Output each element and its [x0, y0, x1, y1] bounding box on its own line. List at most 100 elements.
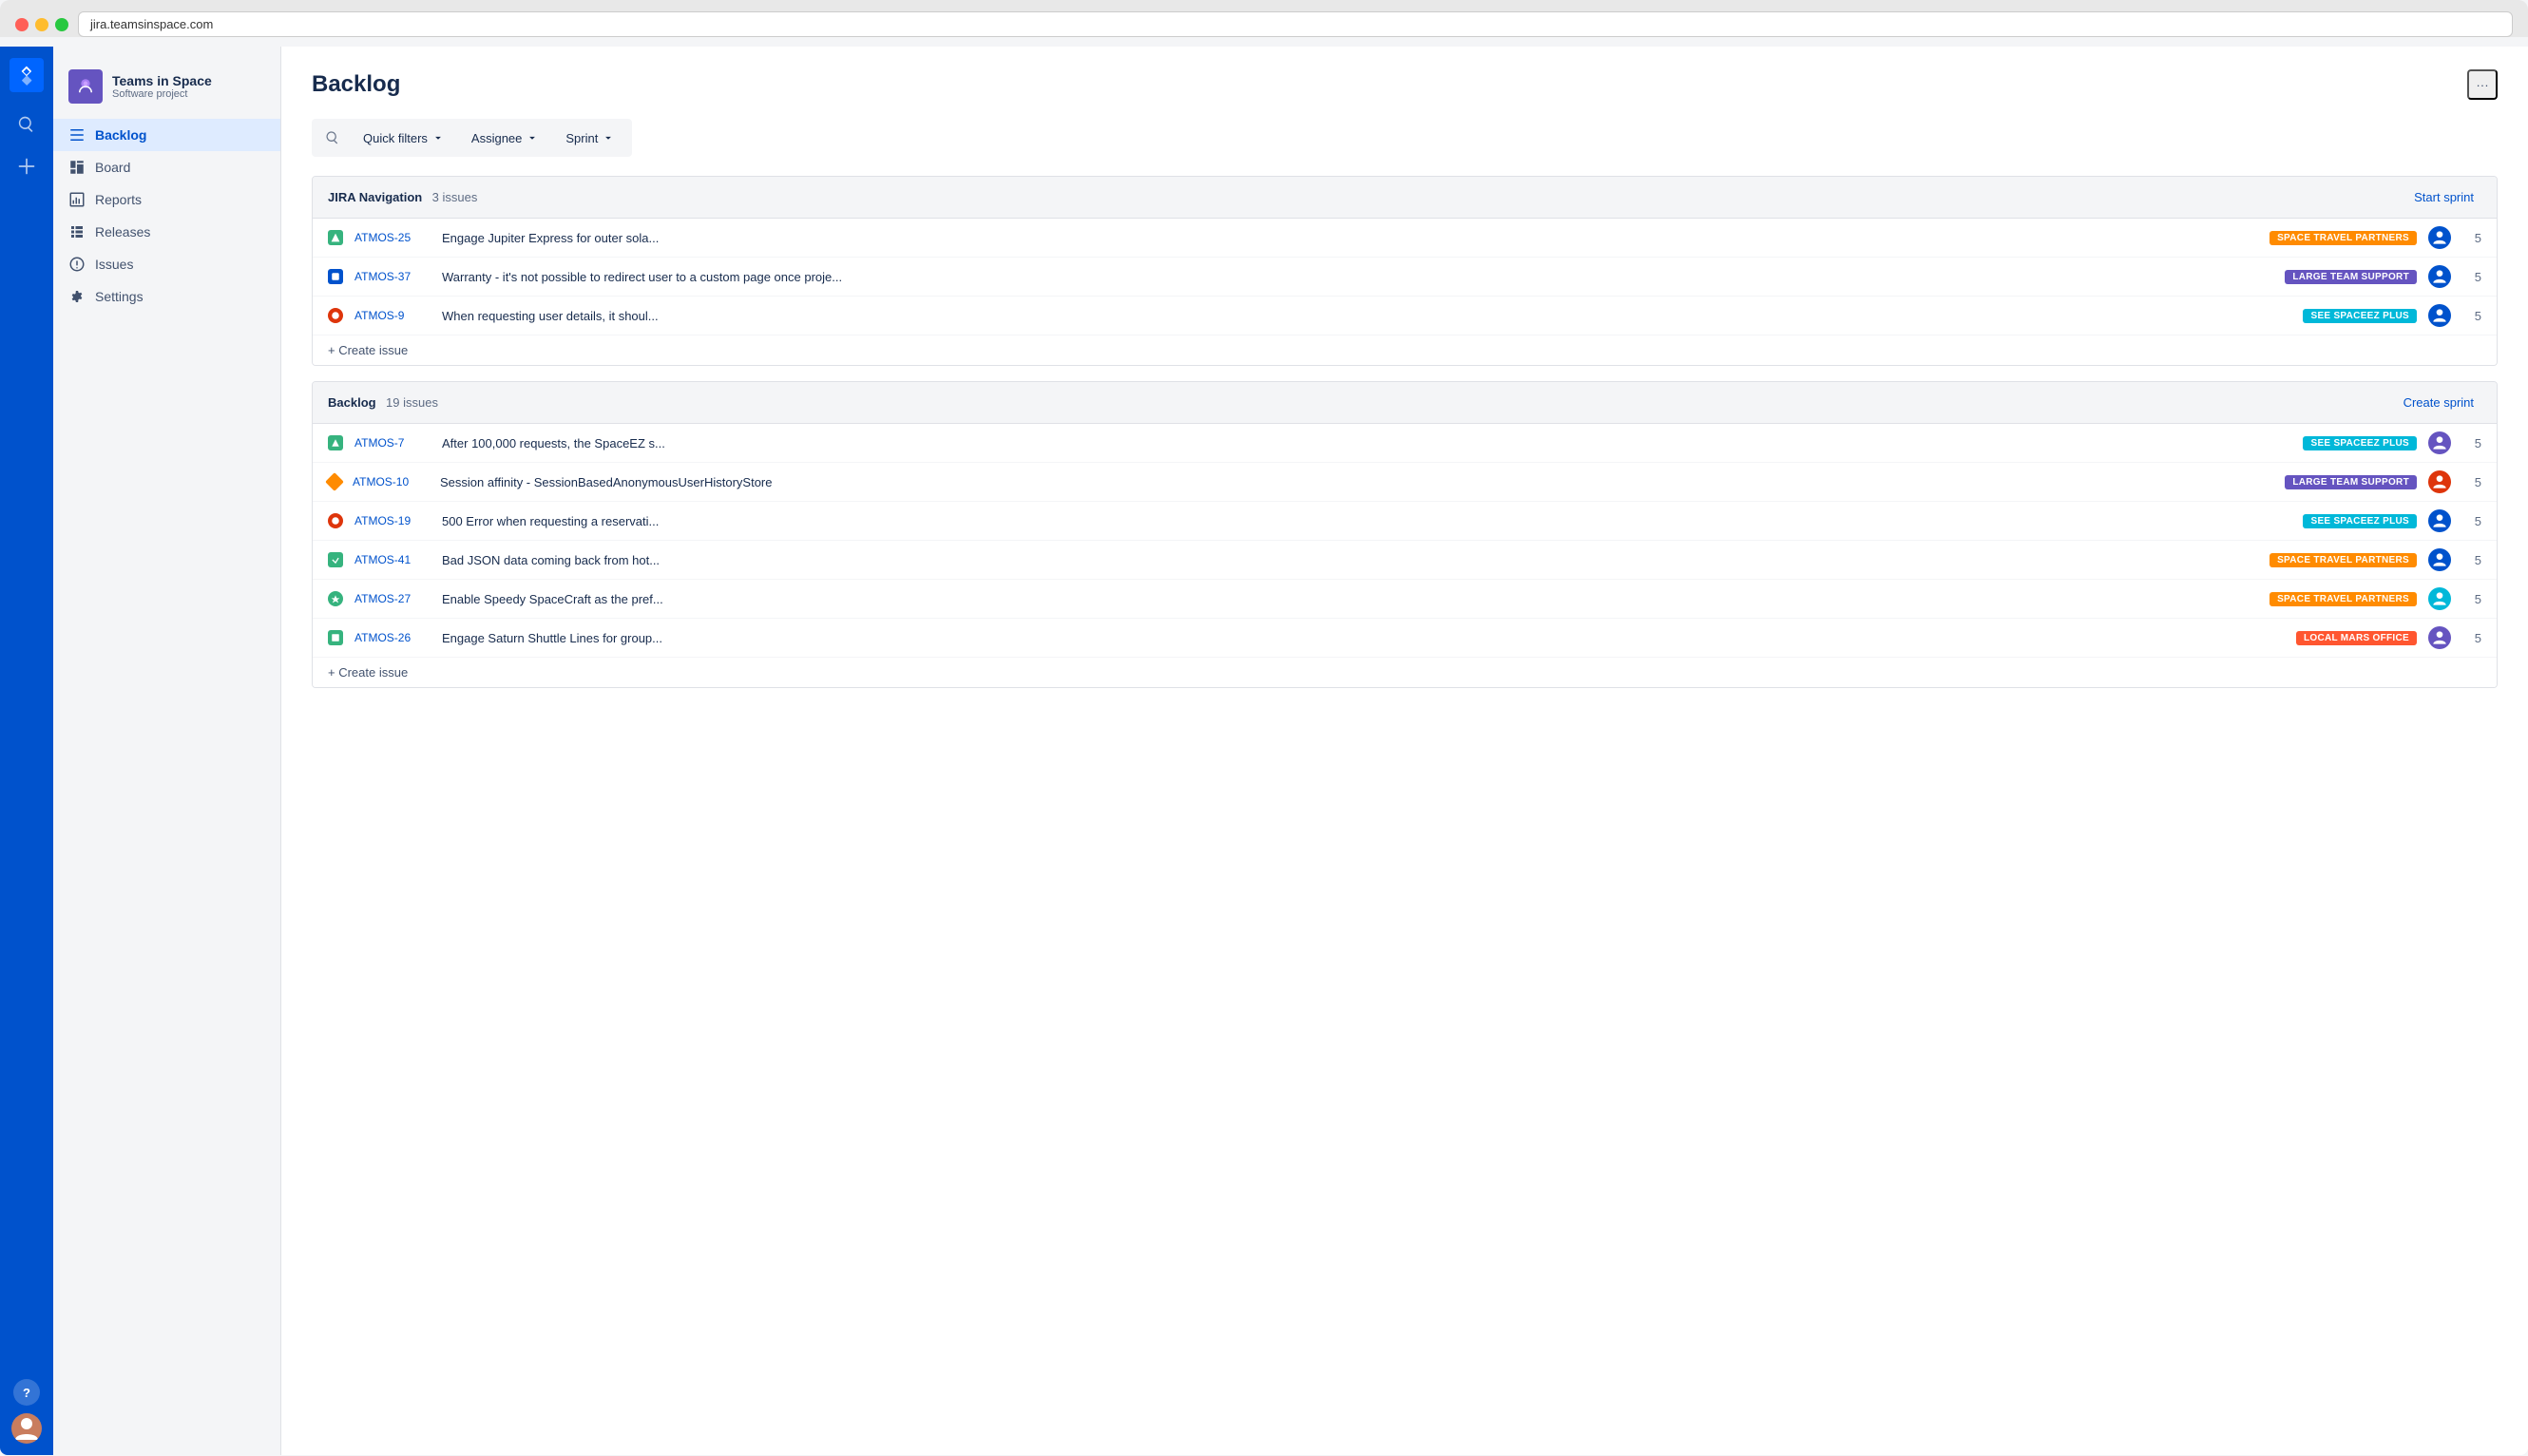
issue-type-icon: [325, 472, 344, 491]
issue-points: 5: [2462, 592, 2481, 606]
issue-key[interactable]: ATMOS-25: [354, 231, 431, 244]
help-button[interactable]: ?: [13, 1379, 40, 1406]
table-row[interactable]: ATMOS-25 Engage Jupiter Express for oute…: [313, 219, 2497, 258]
create-nav-button[interactable]: [10, 149, 44, 183]
issue-key[interactable]: ATMOS-41: [354, 553, 431, 566]
avatar: [2428, 304, 2451, 327]
sprint-section-jira-navigation: JIRA Navigation 3 issues Start sprint AT…: [312, 176, 2498, 366]
sidebar-item-settings-label: Settings: [95, 289, 144, 304]
issue-summary: Bad JSON data coming back from hot...: [442, 553, 2258, 567]
avatar: [2428, 470, 2451, 493]
table-row[interactable]: ATMOS-27 Enable Speedy SpaceCraft as the…: [313, 580, 2497, 619]
issue-summary: Session affinity - SessionBasedAnonymous…: [440, 475, 2273, 489]
more-options-button[interactable]: ···: [2467, 69, 2498, 100]
issue-label[interactable]: SEE SPACEEZ PLUS: [2303, 514, 2417, 528]
issue-label[interactable]: SPACE TRAVEL PARTNERS: [2269, 592, 2417, 606]
issue-key[interactable]: ATMOS-9: [354, 309, 431, 322]
global-nav: ?: [0, 47, 53, 1455]
main-content: Backlog ··· Quick filters Assignee Sprin…: [281, 47, 2528, 1455]
issue-key[interactable]: ATMOS-7: [354, 436, 431, 450]
issue-key[interactable]: ATMOS-27: [354, 592, 431, 605]
page-title: Backlog: [312, 71, 400, 98]
sidebar-item-backlog[interactable]: Backlog: [53, 119, 280, 151]
issue-label[interactable]: SEE SPACEEZ PLUS: [2303, 436, 2417, 450]
table-row[interactable]: ATMOS-41 Bad JSON data coming back from …: [313, 541, 2497, 580]
issue-label[interactable]: SEE SPACEEZ PLUS: [2303, 309, 2417, 323]
address-bar[interactable]: jira.teamsinspace.com: [78, 11, 2513, 37]
issue-type-icon: [328, 591, 343, 606]
table-row[interactable]: ATMOS-26 Engage Saturn Shuttle Lines for…: [313, 619, 2497, 658]
issue-key[interactable]: ATMOS-19: [354, 514, 431, 527]
issue-type-icon: [328, 552, 343, 567]
issue-label[interactable]: SPACE TRAVEL PARTNERS: [2269, 231, 2417, 245]
avatar: [2428, 587, 2451, 610]
sprint-header-jira-navigation: JIRA Navigation 3 issues Start sprint: [313, 177, 2497, 219]
sidebar-item-settings[interactable]: Settings: [53, 280, 280, 313]
issue-points: 5: [2462, 436, 2481, 450]
table-row[interactable]: ATMOS-9 When requesting user details, it…: [313, 297, 2497, 335]
create-issue-backlog[interactable]: + Create issue: [313, 658, 2497, 687]
sprint-filter-button[interactable]: Sprint: [556, 127, 624, 149]
issue-summary: Engage Saturn Shuttle Lines for group...: [442, 631, 2285, 645]
traffic-lights: [15, 18, 68, 31]
project-info: Teams in Space Software project: [112, 73, 212, 100]
table-row[interactable]: ATMOS-10 Session affinity - SessionBased…: [313, 463, 2497, 502]
issue-label[interactable]: SPACE TRAVEL PARTNERS: [2269, 553, 2417, 567]
issue-type-icon: [328, 269, 343, 284]
backlog-section-title: Backlog: [328, 395, 376, 410]
issue-summary: Enable Speedy SpaceCraft as the pref...: [442, 592, 2258, 606]
sidebar-item-issues[interactable]: Issues: [53, 248, 280, 280]
sidebar-item-releases[interactable]: Releases: [53, 216, 280, 248]
issue-key[interactable]: ATMOS-37: [354, 270, 431, 283]
issue-key[interactable]: ATMOS-26: [354, 631, 431, 644]
sprint-title: JIRA Navigation: [328, 190, 422, 204]
project-header: Teams in Space Software project: [53, 62, 280, 119]
issue-key[interactable]: ATMOS-10: [353, 475, 429, 489]
table-row[interactable]: ATMOS-37 Warranty - it's not possible to…: [313, 258, 2497, 297]
issue-label[interactable]: LARGE TEAM SUPPORT: [2285, 270, 2417, 284]
maximize-button[interactable]: [55, 18, 68, 31]
backlog-issue-count: 19 issues: [386, 395, 438, 410]
sprint-header-backlog: Backlog 19 issues Create sprint: [313, 382, 2497, 424]
avatar: [2428, 431, 2451, 454]
user-avatar-nav[interactable]: [11, 1413, 42, 1444]
issue-summary: Engage Jupiter Express for outer sola...: [442, 231, 2258, 245]
issue-type-icon: [328, 230, 343, 245]
issue-summary: 500 Error when requesting a reservati...: [442, 514, 2291, 528]
assignee-filter-button[interactable]: Assignee: [462, 127, 548, 149]
sidebar-item-issues-label: Issues: [95, 257, 133, 272]
table-row[interactable]: ATMOS-19 500 Error when requesting a res…: [313, 502, 2497, 541]
issue-points: 5: [2462, 553, 2481, 567]
sidebar: Teams in Space Software project Backlog …: [53, 47, 281, 1455]
create-issue-sprint[interactable]: + Create issue: [313, 335, 2497, 365]
table-row[interactable]: ATMOS-7 After 100,000 requests, the Spac…: [313, 424, 2497, 463]
issue-label[interactable]: LOCAL MARS OFFICE: [2296, 631, 2417, 645]
sidebar-item-reports-label: Reports: [95, 192, 142, 207]
project-type: Software project: [112, 88, 212, 100]
close-button[interactable]: [15, 18, 29, 31]
avatar: [2428, 265, 2451, 288]
issue-points: 5: [2462, 631, 2481, 645]
avatar: [2428, 226, 2451, 249]
search-nav-button[interactable]: [10, 107, 44, 142]
sidebar-nav: Backlog Board Reports Releases Issues Se…: [53, 119, 280, 313]
page-header: Backlog ···: [312, 69, 2498, 100]
sidebar-item-board-label: Board: [95, 160, 130, 175]
minimize-button[interactable]: [35, 18, 48, 31]
project-name: Teams in Space: [112, 73, 212, 88]
issue-points: 5: [2462, 309, 2481, 323]
create-sprint-button[interactable]: Create sprint: [2396, 392, 2481, 413]
sidebar-item-board[interactable]: Board: [53, 151, 280, 183]
sprint-section-backlog: Backlog 19 issues Create sprint ATMOS-7 …: [312, 381, 2498, 688]
issue-points: 5: [2462, 475, 2481, 489]
sidebar-item-reports[interactable]: Reports: [53, 183, 280, 216]
sidebar-item-backlog-label: Backlog: [95, 127, 146, 143]
start-sprint-button[interactable]: Start sprint: [2406, 186, 2481, 208]
jira-logo[interactable]: [10, 58, 44, 92]
quick-filters-button[interactable]: Quick filters: [354, 127, 454, 149]
avatar: [2428, 509, 2451, 532]
issue-summary: After 100,000 requests, the SpaceEZ s...: [442, 436, 2291, 450]
search-icon: [319, 125, 346, 151]
issue-label[interactable]: LARGE TEAM SUPPORT: [2285, 475, 2417, 489]
avatar: [2428, 626, 2451, 649]
